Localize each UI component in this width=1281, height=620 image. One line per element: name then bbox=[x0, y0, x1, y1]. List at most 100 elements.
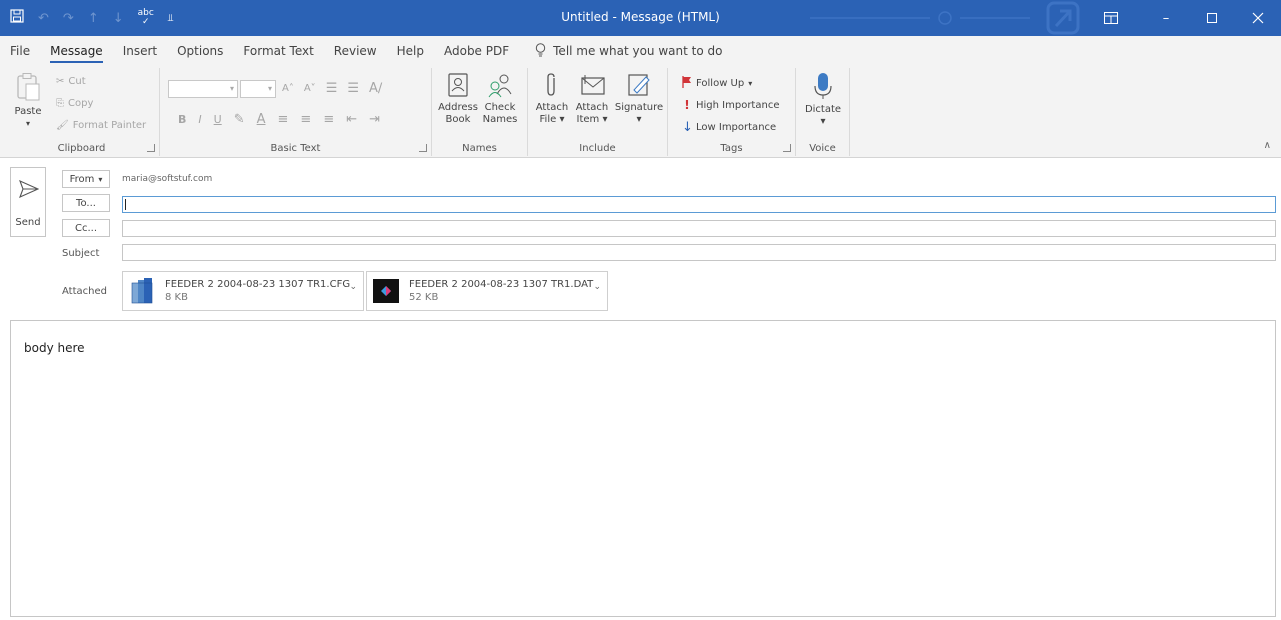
collapse-ribbon-icon[interactable]: ∧ bbox=[1264, 140, 1271, 151]
chevron-down-icon[interactable]: ⌄ bbox=[349, 282, 357, 292]
dictate-label: Dictate bbox=[804, 104, 842, 115]
cut-button[interactable]: ✂ Cut bbox=[56, 76, 86, 87]
tell-me-search[interactable]: Tell me what you want to do bbox=[535, 42, 722, 60]
tags-group: Follow Up ▾ ! High Importance ↓ Low Impo… bbox=[668, 68, 796, 156]
align-left-icon[interactable]: ≡ bbox=[278, 112, 289, 127]
dat-file-icon bbox=[373, 277, 399, 305]
copy-button[interactable]: ⎘ Copy bbox=[56, 98, 93, 109]
attachment-size: 8 KB bbox=[165, 292, 188, 303]
italic-icon[interactable]: I bbox=[198, 113, 201, 126]
address-book-label-1: Address bbox=[438, 102, 478, 113]
align-right-icon[interactable]: ≡ bbox=[323, 112, 334, 127]
underline-icon[interactable]: U bbox=[214, 113, 222, 126]
include-group-label: Include bbox=[579, 143, 616, 154]
subject-field[interactable] bbox=[122, 244, 1276, 261]
format-painter-button[interactable]: 🖌 Format Painter bbox=[56, 120, 146, 131]
decrease-indent-icon[interactable]: ⇤ bbox=[346, 112, 357, 127]
check-names-label-1: Check bbox=[484, 102, 516, 113]
clear-formatting-icon[interactable]: A∕ bbox=[369, 81, 382, 96]
message-body[interactable]: body here bbox=[10, 320, 1276, 617]
tags-launcher-icon[interactable] bbox=[783, 144, 791, 152]
maximize-icon[interactable] bbox=[1189, 0, 1235, 36]
tags-group-label: Tags bbox=[720, 143, 743, 154]
tab-file[interactable]: File bbox=[10, 36, 30, 66]
shrink-font-icon[interactable]: A˅ bbox=[304, 83, 316, 94]
flag-icon bbox=[682, 76, 692, 91]
microphone-icon bbox=[814, 73, 832, 99]
paperclip-icon bbox=[547, 73, 555, 96]
window-title: Untitled - Message (HTML) bbox=[561, 10, 720, 24]
tab-adobe-pdf[interactable]: Adobe PDF bbox=[444, 36, 509, 66]
cc-button[interactable]: Cc... bbox=[62, 219, 110, 237]
highlight-icon[interactable]: ✎ bbox=[234, 112, 245, 127]
bold-icon[interactable]: B bbox=[178, 113, 186, 126]
high-importance-button[interactable]: ! High Importance bbox=[682, 98, 779, 112]
from-label: From bbox=[69, 173, 95, 185]
align-center-icon[interactable]: ≡ bbox=[300, 112, 311, 127]
tab-review[interactable]: Review bbox=[334, 36, 377, 66]
ribbon-display-options-icon[interactable] bbox=[1091, 0, 1131, 36]
address-book-button[interactable]: Address Book bbox=[438, 72, 478, 126]
minimize-icon[interactable]: – bbox=[1143, 0, 1189, 36]
tab-help[interactable]: Help bbox=[397, 36, 424, 66]
grow-font-icon[interactable]: A˄ bbox=[282, 83, 294, 94]
ribbon-tabs: File Message Insert Options Format Text … bbox=[0, 36, 1281, 66]
check-names-icon bbox=[488, 74, 512, 98]
voice-group: Dictate ▾ Voice bbox=[796, 68, 850, 156]
signature-label: Signature bbox=[614, 102, 664, 113]
send-label: Send bbox=[15, 217, 41, 228]
font-size-box[interactable]: ▾ bbox=[240, 80, 276, 98]
check-names-button[interactable]: Check Names bbox=[480, 72, 520, 126]
low-importance-button[interactable]: ↓ Low Importance bbox=[682, 120, 776, 135]
attach-file-button[interactable]: Attach File ▾ bbox=[532, 72, 572, 126]
attachment-name: FEEDER 2 2004-08-23 1307 TR1.CFG bbox=[165, 279, 351, 290]
ribbon: Paste ▾ ✂ Cut ⎘ Copy 🖌 Format Painter Cl… bbox=[0, 66, 1281, 158]
attachment-chip[interactable]: FEEDER 2 2004-08-23 1307 TR1.CFG 8 KB ⌄ bbox=[122, 271, 364, 311]
signature-button[interactable]: Signature ▾ bbox=[614, 72, 664, 126]
send-button[interactable]: Send bbox=[10, 167, 46, 237]
font-color-icon[interactable]: A bbox=[257, 112, 266, 127]
font-name-box[interactable]: ▾ bbox=[168, 80, 238, 98]
scissors-icon: ✂ bbox=[56, 76, 65, 87]
bullets-icon[interactable]: ☰ bbox=[326, 81, 338, 96]
chevron-down-icon[interactable]: ⌄ bbox=[593, 282, 601, 292]
address-book-icon bbox=[448, 73, 468, 97]
close-icon[interactable] bbox=[1235, 0, 1281, 36]
copy-label: Copy bbox=[68, 98, 94, 109]
names-group-label: Names bbox=[462, 143, 497, 154]
format-tools-row: B I U ✎ A ≡ ≡ ≡ ⇤ ⇥ bbox=[178, 112, 380, 127]
clipboard-launcher-icon[interactable] bbox=[147, 144, 155, 152]
from-button[interactable]: From ▾ bbox=[62, 170, 110, 188]
from-address: maria@softstuf.com bbox=[122, 174, 213, 184]
paste-button[interactable]: Paste ▾ bbox=[10, 72, 46, 130]
send-icon bbox=[19, 180, 39, 198]
attachment-chip[interactable]: FEEDER 2 2004-08-23 1307 TR1.DAT 52 KB ⌄ bbox=[366, 271, 608, 311]
title-bar: ↶ ↷ ↑ ↓ abc ✓ ⫫ Untitled - Message (HTML)… bbox=[0, 0, 1281, 36]
numbering-icon[interactable]: ☰ bbox=[347, 81, 359, 96]
subject-label: Subject bbox=[62, 248, 100, 259]
names-group: Address Book Check Names Names bbox=[432, 68, 528, 156]
increase-indent-icon[interactable]: ⇥ bbox=[369, 112, 380, 127]
dictate-button[interactable]: Dictate ▾ bbox=[800, 72, 846, 128]
to-field[interactable] bbox=[122, 196, 1276, 213]
tab-options[interactable]: Options bbox=[177, 36, 223, 66]
clipboard-group: Paste ▾ ✂ Cut ⎘ Copy 🖌 Format Painter Cl… bbox=[4, 68, 160, 156]
follow-up-button[interactable]: Follow Up ▾ bbox=[682, 76, 752, 91]
tab-format-text[interactable]: Format Text bbox=[243, 36, 313, 66]
cc-label: Cc... bbox=[74, 222, 98, 234]
attached-label: Attached bbox=[62, 286, 107, 297]
window-controls: – bbox=[1091, 0, 1281, 36]
to-button[interactable]: To... bbox=[62, 194, 110, 212]
attachment-size: 52 KB bbox=[409, 292, 439, 303]
down-arrow-icon: ↓ bbox=[682, 120, 693, 135]
tab-insert[interactable]: Insert bbox=[123, 36, 157, 66]
cut-label: Cut bbox=[68, 76, 86, 87]
cc-field[interactable] bbox=[122, 220, 1276, 237]
font-tools-row: A˄ A˅ ☰ ☰ A∕ bbox=[282, 81, 382, 96]
attach-item-button[interactable]: Attach Item ▾ bbox=[572, 72, 612, 126]
text-caret bbox=[125, 199, 126, 210]
paste-label: Paste bbox=[14, 106, 42, 117]
basic-text-launcher-icon[interactable] bbox=[419, 144, 427, 152]
paste-icon bbox=[17, 73, 40, 101]
tab-message[interactable]: Message bbox=[50, 36, 103, 66]
